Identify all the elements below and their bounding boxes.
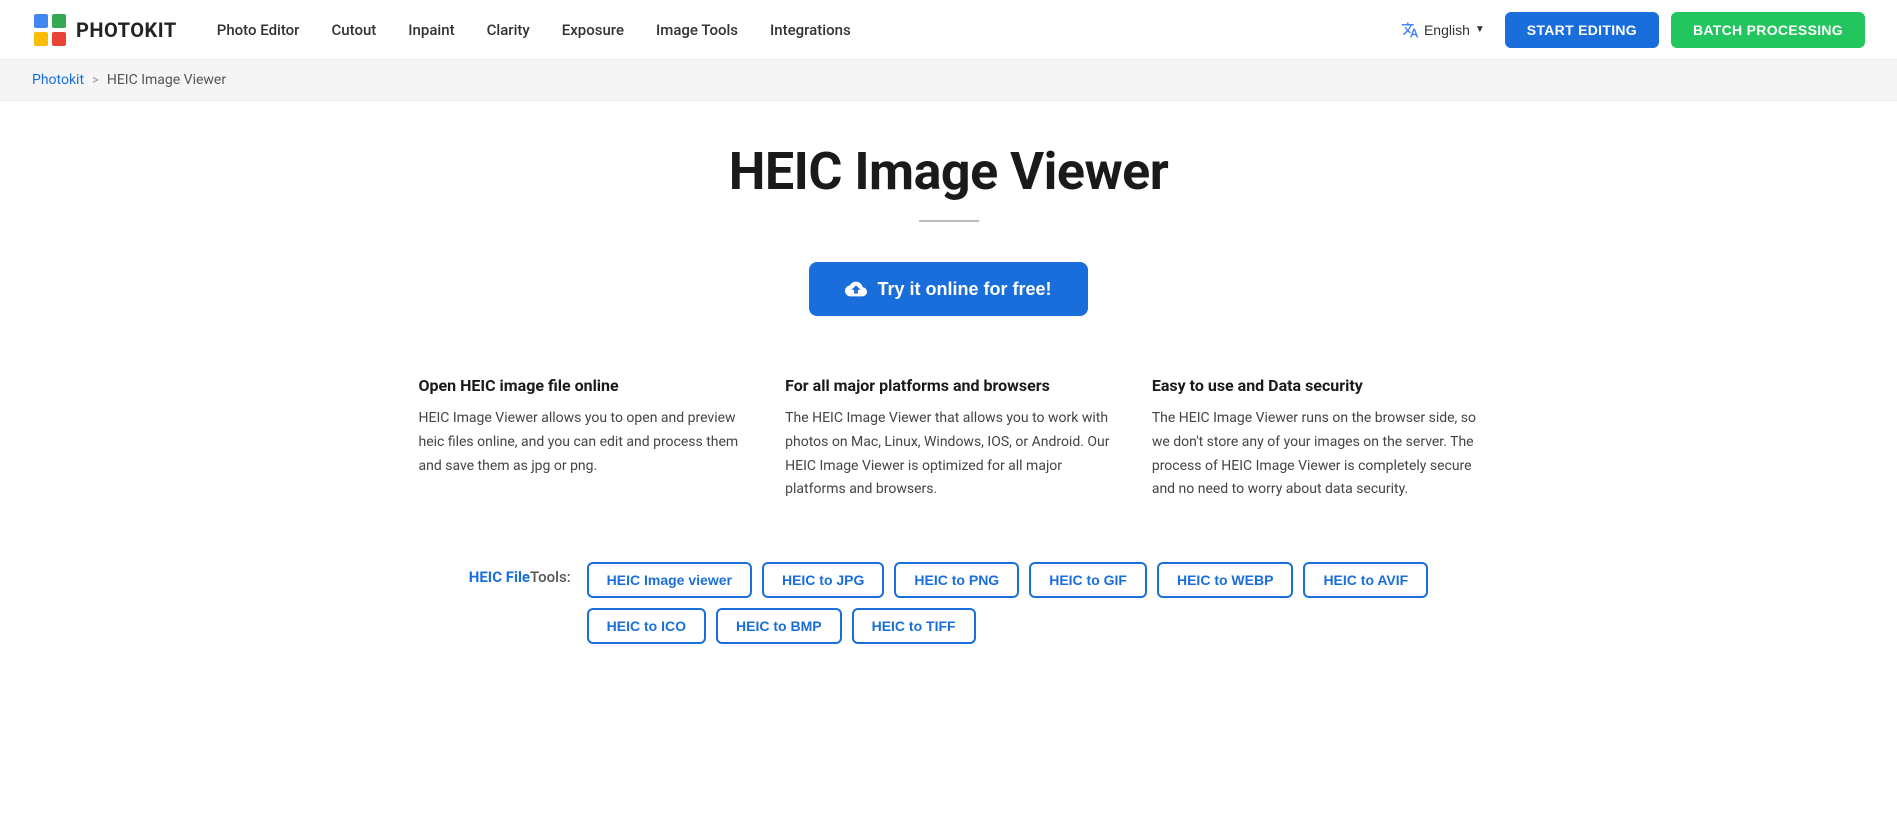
tool-heic-to-jpg[interactable]: HEIC to JPG — [762, 562, 884, 598]
tool-heic-to-webp[interactable]: HEIC to WEBP — [1157, 562, 1293, 598]
feature-3-desc: The HEIC Image Viewer runs on the browse… — [1152, 407, 1479, 502]
logo-icon — [32, 12, 68, 48]
feature-2-title: For all major platforms and browsers — [785, 376, 1112, 395]
main-content: HEIC Image Viewer Try it online for free… — [399, 101, 1499, 704]
tools-section: HEIC File Tools: HEIC Image viewer HEIC … — [419, 562, 1479, 644]
feature-3: Easy to use and Data security The HEIC I… — [1152, 376, 1479, 502]
tools-label: HEIC File Tools: — [469, 562, 571, 586]
tool-heic-to-png[interactable]: HEIC to PNG — [894, 562, 1019, 598]
tools-label-heic: HEIC File — [469, 568, 530, 586]
tool-heic-image-viewer[interactable]: HEIC Image viewer — [587, 562, 752, 598]
breadcrumb-current: HEIC Image Viewer — [107, 72, 226, 88]
breadcrumb-separator: > — [92, 73, 99, 88]
tools-row-2: HEIC to ICO HEIC to BMP HEIC to TIFF — [587, 608, 976, 644]
features-grid: Open HEIC image file online HEIC Image V… — [419, 376, 1479, 502]
title-divider — [919, 220, 979, 222]
batch-processing-button[interactable]: BATCH PROCESSING — [1671, 12, 1865, 48]
tools-row-1: HEIC Image viewer HEIC to JPG HEIC to PN… — [587, 562, 1429, 598]
logo-text: PHOTOKIT — [76, 18, 177, 42]
chevron-down-icon: ▼ — [1475, 24, 1485, 35]
navbar: PHOTOKIT Photo Editor Cutout Inpaint Cla… — [0, 0, 1897, 60]
nav-inpaint[interactable]: Inpaint — [408, 21, 454, 39]
language-selector[interactable]: English ▼ — [1393, 15, 1493, 45]
nav-cutout[interactable]: Cutout — [331, 21, 376, 39]
feature-1-desc: HEIC Image Viewer allows you to open and… — [419, 407, 746, 478]
navbar-right: English ▼ START EDITING BATCH PROCESSING — [1393, 12, 1865, 48]
nav-exposure[interactable]: Exposure — [562, 21, 624, 39]
upload-cloud-icon — [845, 278, 867, 300]
tool-heic-to-gif[interactable]: HEIC to GIF — [1029, 562, 1147, 598]
feature-1: Open HEIC image file online HEIC Image V… — [419, 376, 746, 502]
feature-1-title: Open HEIC image file online — [419, 376, 746, 395]
logo-link[interactable]: PHOTOKIT — [32, 12, 177, 48]
nav-photo-editor[interactable]: Photo Editor — [217, 21, 300, 39]
language-label: English — [1424, 22, 1470, 38]
feature-2-desc: The HEIC Image Viewer that allows you to… — [785, 407, 1112, 502]
tools-label-rest: Tools: — [530, 568, 571, 586]
nav-integrations[interactable]: Integrations — [770, 21, 851, 39]
tool-heic-to-bmp[interactable]: HEIC to BMP — [716, 608, 842, 644]
tool-heic-to-avif[interactable]: HEIC to AVIF — [1303, 562, 1428, 598]
tool-heic-to-ico[interactable]: HEIC to ICO — [587, 608, 706, 644]
nav-image-tools[interactable]: Image Tools — [656, 21, 738, 39]
try-online-button[interactable]: Try it online for free! — [809, 262, 1087, 316]
feature-3-title: Easy to use and Data security — [1152, 376, 1479, 395]
translate-icon — [1401, 21, 1419, 39]
breadcrumb: Photokit > HEIC Image Viewer — [0, 60, 1897, 101]
page-title: HEIC Image Viewer — [419, 141, 1479, 202]
try-button-label: Try it online for free! — [877, 279, 1051, 300]
tool-heic-to-tiff[interactable]: HEIC to TIFF — [852, 608, 976, 644]
tools-grid: HEIC Image viewer HEIC to JPG HEIC to PN… — [587, 562, 1429, 644]
nav-clarity[interactable]: Clarity — [487, 21, 530, 39]
start-editing-button[interactable]: START EDITING — [1505, 12, 1659, 48]
breadcrumb-home[interactable]: Photokit — [32, 72, 84, 88]
nav-links: Photo Editor Cutout Inpaint Clarity Expo… — [217, 21, 1393, 39]
feature-2: For all major platforms and browsers The… — [785, 376, 1112, 502]
